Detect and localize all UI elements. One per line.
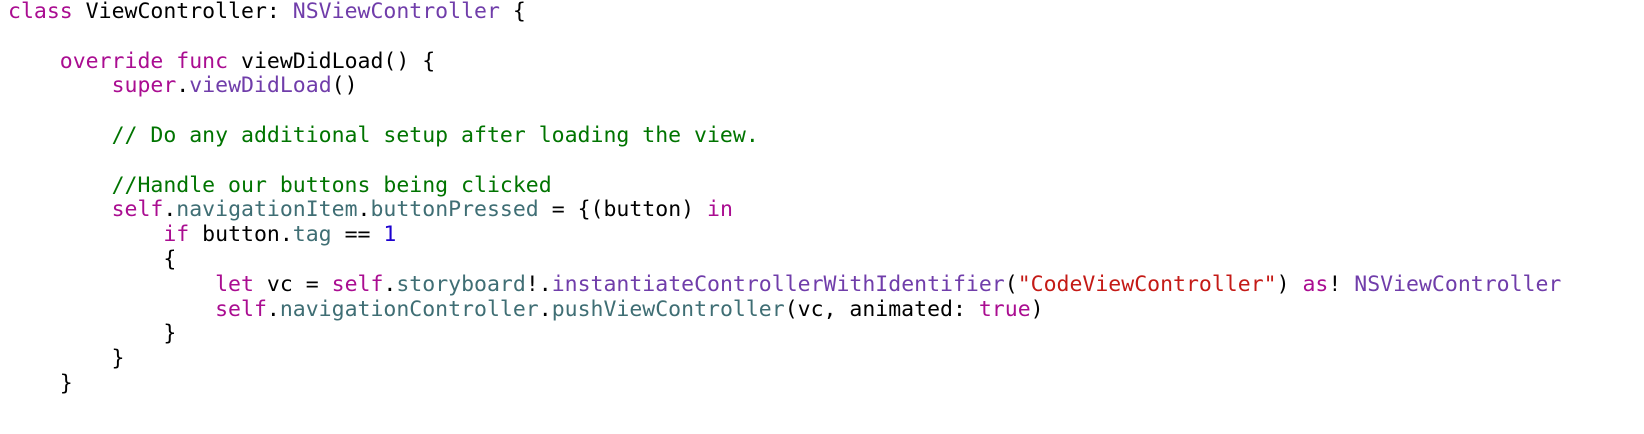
code-line[interactable]: override func viewDidLoad() { — [8, 48, 1638, 75]
code-line[interactable]: if button.tag == 1 — [8, 222, 1638, 248]
code-line[interactable]: class ViewController: NSViewController { — [8, 0, 1638, 25]
code-text: == — [331, 222, 384, 248]
code-text: . — [266, 296, 280, 322]
code-text: } — [8, 370, 73, 396]
code-line[interactable]: self.navigationController.pushViewContro… — [8, 296, 1638, 323]
code-keyword: self — [215, 296, 267, 322]
code-type-name: NSViewController — [292, 0, 500, 24]
code-keyword: let — [215, 271, 254, 297]
code-text: . — [163, 197, 177, 223]
code-editor[interactable]: class ViewController: NSViewController {… — [8, 0, 1638, 434]
code-number-literal: 1 — [383, 222, 397, 248]
code-keyword: in — [707, 197, 733, 223]
code-line[interactable]: } — [8, 346, 1638, 372]
code-text: . — [383, 271, 397, 297]
code-text: vc = — [253, 271, 332, 297]
code-keyword: class — [8, 0, 73, 24]
code-text: ( — [1004, 271, 1018, 297]
code-line[interactable]: } — [8, 321, 1638, 347]
code-comment: // Do any additional setup after loading… — [111, 122, 759, 148]
code-text: . — [176, 73, 190, 99]
code-text: { — [8, 246, 177, 272]
code-property: storyboard — [396, 271, 526, 297]
code-comment: //Handle our buttons being clicked — [111, 172, 552, 198]
code-keyword: if — [163, 222, 190, 248]
code-keyword: func — [176, 48, 229, 74]
code-text: . — [538, 296, 552, 322]
code-text: = {(button) — [538, 197, 708, 223]
code-text: !. — [525, 271, 552, 297]
code-line[interactable]: } — [8, 370, 1638, 397]
code-text: { — [499, 0, 526, 24]
code-line[interactable]: super.viewDidLoad() — [8, 73, 1638, 99]
code-text: ! — [1328, 271, 1355, 297]
code-text: viewDidLoad() { — [228, 48, 436, 74]
code-line[interactable]: { — [8, 246, 1638, 273]
code-keyword: super — [111, 73, 177, 99]
code-keyword: self — [111, 197, 164, 223]
code-text: . — [357, 197, 371, 223]
code-text: ) — [1030, 296, 1044, 322]
code-line[interactable] — [8, 99, 1638, 124]
code-text: () — [331, 73, 358, 99]
code-line[interactable] — [8, 149, 1638, 174]
code-text: } — [8, 346, 125, 372]
code-line[interactable]: // Do any additional setup after loading… — [8, 122, 1638, 149]
code-text: ViewController: — [72, 0, 293, 24]
code-type-name: instantiateControllerWithIdentifier — [551, 271, 1005, 297]
code-property: buttonPressed — [370, 197, 539, 223]
code-line[interactable] — [8, 25, 1638, 50]
code-property: navigationController — [279, 296, 539, 322]
code-line[interactable]: let vc = self.storyboard!.instantiateCon… — [8, 271, 1638, 298]
code-keyword: as — [1302, 271, 1329, 297]
code-string-literal: "CodeViewController" — [1017, 271, 1277, 297]
code-type-name: viewDidLoad — [189, 73, 332, 99]
code-keyword: self — [331, 271, 384, 297]
code-property: pushViewController — [551, 296, 785, 322]
code-line[interactable]: //Handle our buttons being clicked — [8, 172, 1638, 199]
code-keyword: override — [59, 48, 164, 74]
code-keyword: true — [978, 296, 1031, 322]
code-text: (vc, animated: — [784, 296, 979, 322]
code-property: navigationItem — [176, 197, 358, 223]
code-property: tag — [292, 222, 332, 248]
code-text: } — [8, 321, 177, 347]
code-line[interactable]: self.navigationItem.buttonPressed = {(bu… — [8, 197, 1638, 223]
code-type-name: NSViewController — [1354, 271, 1562, 297]
code-text: ) — [1276, 271, 1303, 297]
code-text: button. — [189, 222, 293, 248]
